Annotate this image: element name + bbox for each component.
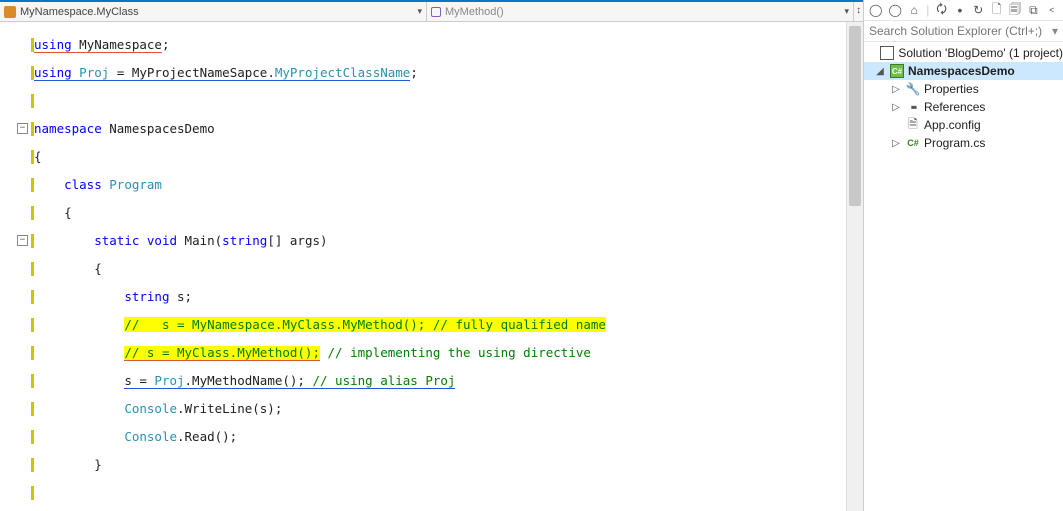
tree-appconfig-node[interactable]: 🗎 App.config xyxy=(864,116,1063,134)
solution-icon xyxy=(880,46,894,60)
tree-project-node[interactable]: ◢ C# NamespacesDemo xyxy=(864,62,1063,80)
tree-label: Program.cs xyxy=(924,136,985,150)
properties-icon[interactable]: 🗐 xyxy=(1009,3,1021,17)
breakpoint-margin[interactable] xyxy=(0,22,14,511)
expand-toggle-icon[interactable]: ▷ xyxy=(890,138,902,149)
code-text[interactable]: using MyNamespace; using Proj = MyProjec… xyxy=(34,22,846,511)
tree-references-node[interactable]: ▷ ▪▪ References xyxy=(864,98,1063,116)
tree-solution-node[interactable]: Solution 'BlogDemo' (1 project) xyxy=(864,44,1063,62)
fold-toggle[interactable]: − xyxy=(17,235,28,246)
code-viewport[interactable]: using MyNamespace; using Proj = MyProjec… xyxy=(0,22,863,511)
csharp-project-icon: C# xyxy=(890,64,904,78)
tree-label: References xyxy=(924,100,985,114)
home-icon[interactable]: ⌂ xyxy=(908,3,920,17)
solution-explorer-panel: ◯ ◯ ⌂ | 🗘 • ↻ 🗋 🗐 ⧉ < ▾ Solution 'BlogDe… xyxy=(863,0,1063,511)
sync-icon[interactable]: 🗘 xyxy=(935,3,947,17)
wrench-icon: 🔧 xyxy=(906,82,920,96)
nav-back-icon[interactable]: ◯ xyxy=(869,3,882,17)
fold-toggle[interactable]: − xyxy=(17,123,28,134)
preview-icon[interactable]: ⧉ xyxy=(1027,3,1039,17)
navbar-member-dropdown[interactable]: MyMethod() ▾ xyxy=(427,2,853,21)
solution-tree: Solution 'BlogDemo' (1 project) ◢ C# Nam… xyxy=(864,42,1063,511)
navbar-class-label: MyNamespace.MyClass xyxy=(20,6,139,18)
show-all-files-icon[interactable]: 🗋 xyxy=(991,3,1003,17)
solution-toolbar: ◯ ◯ ⌂ | 🗘 • ↻ 🗋 🗐 ⧉ < xyxy=(864,0,1063,21)
references-icon: ▪▪ xyxy=(906,100,920,114)
tree-label: NamespacesDemo xyxy=(908,64,1015,78)
search-dropdown-icon[interactable]: ▾ xyxy=(1052,24,1058,38)
split-view-handle[interactable]: ↕ xyxy=(853,2,863,21)
refresh-icon[interactable]: ↻ xyxy=(972,3,984,17)
vertical-scrollbar[interactable] xyxy=(846,22,863,511)
config-file-icon: 🗎 xyxy=(906,118,920,132)
navbar-member-label: MyMethod() xyxy=(445,6,504,18)
method-icon xyxy=(431,7,441,17)
tree-label: Properties xyxy=(924,82,979,96)
expand-toggle-icon[interactable]: ▷ xyxy=(890,84,902,95)
code-editor-pane: MyNamespace.MyClass ▾ MyMethod() ▾ ↕ usi… xyxy=(0,0,863,511)
tree-label: Solution 'BlogDemo' (1 project) xyxy=(898,46,1063,60)
tree-programcs-node[interactable]: ▷ C# Program.cs xyxy=(864,134,1063,152)
editor-navbar: MyNamespace.MyClass ▾ MyMethod() ▾ ↕ xyxy=(0,2,863,22)
tree-properties-node[interactable]: ▷ 🔧 Properties xyxy=(864,80,1063,98)
csharp-file-icon: C# xyxy=(906,136,920,150)
expand-toggle-icon[interactable]: ◢ xyxy=(874,66,886,77)
nav-forward-icon[interactable]: ◯ xyxy=(888,3,901,17)
chevron-down-icon: ▾ xyxy=(417,6,422,17)
scrollbar-thumb[interactable] xyxy=(849,26,861,206)
solution-search[interactable]: ▾ xyxy=(864,21,1063,42)
navbar-class-dropdown[interactable]: MyNamespace.MyClass ▾ xyxy=(0,2,427,21)
expand-toggle-icon[interactable]: ▷ xyxy=(890,102,902,113)
chevron-down-icon: ▾ xyxy=(844,6,849,17)
collapse-right-icon[interactable]: • xyxy=(954,3,966,17)
solution-search-input[interactable] xyxy=(869,24,1052,38)
tree-label: App.config xyxy=(924,118,981,132)
class-icon xyxy=(4,6,16,18)
more-icon[interactable]: < xyxy=(1046,3,1058,17)
